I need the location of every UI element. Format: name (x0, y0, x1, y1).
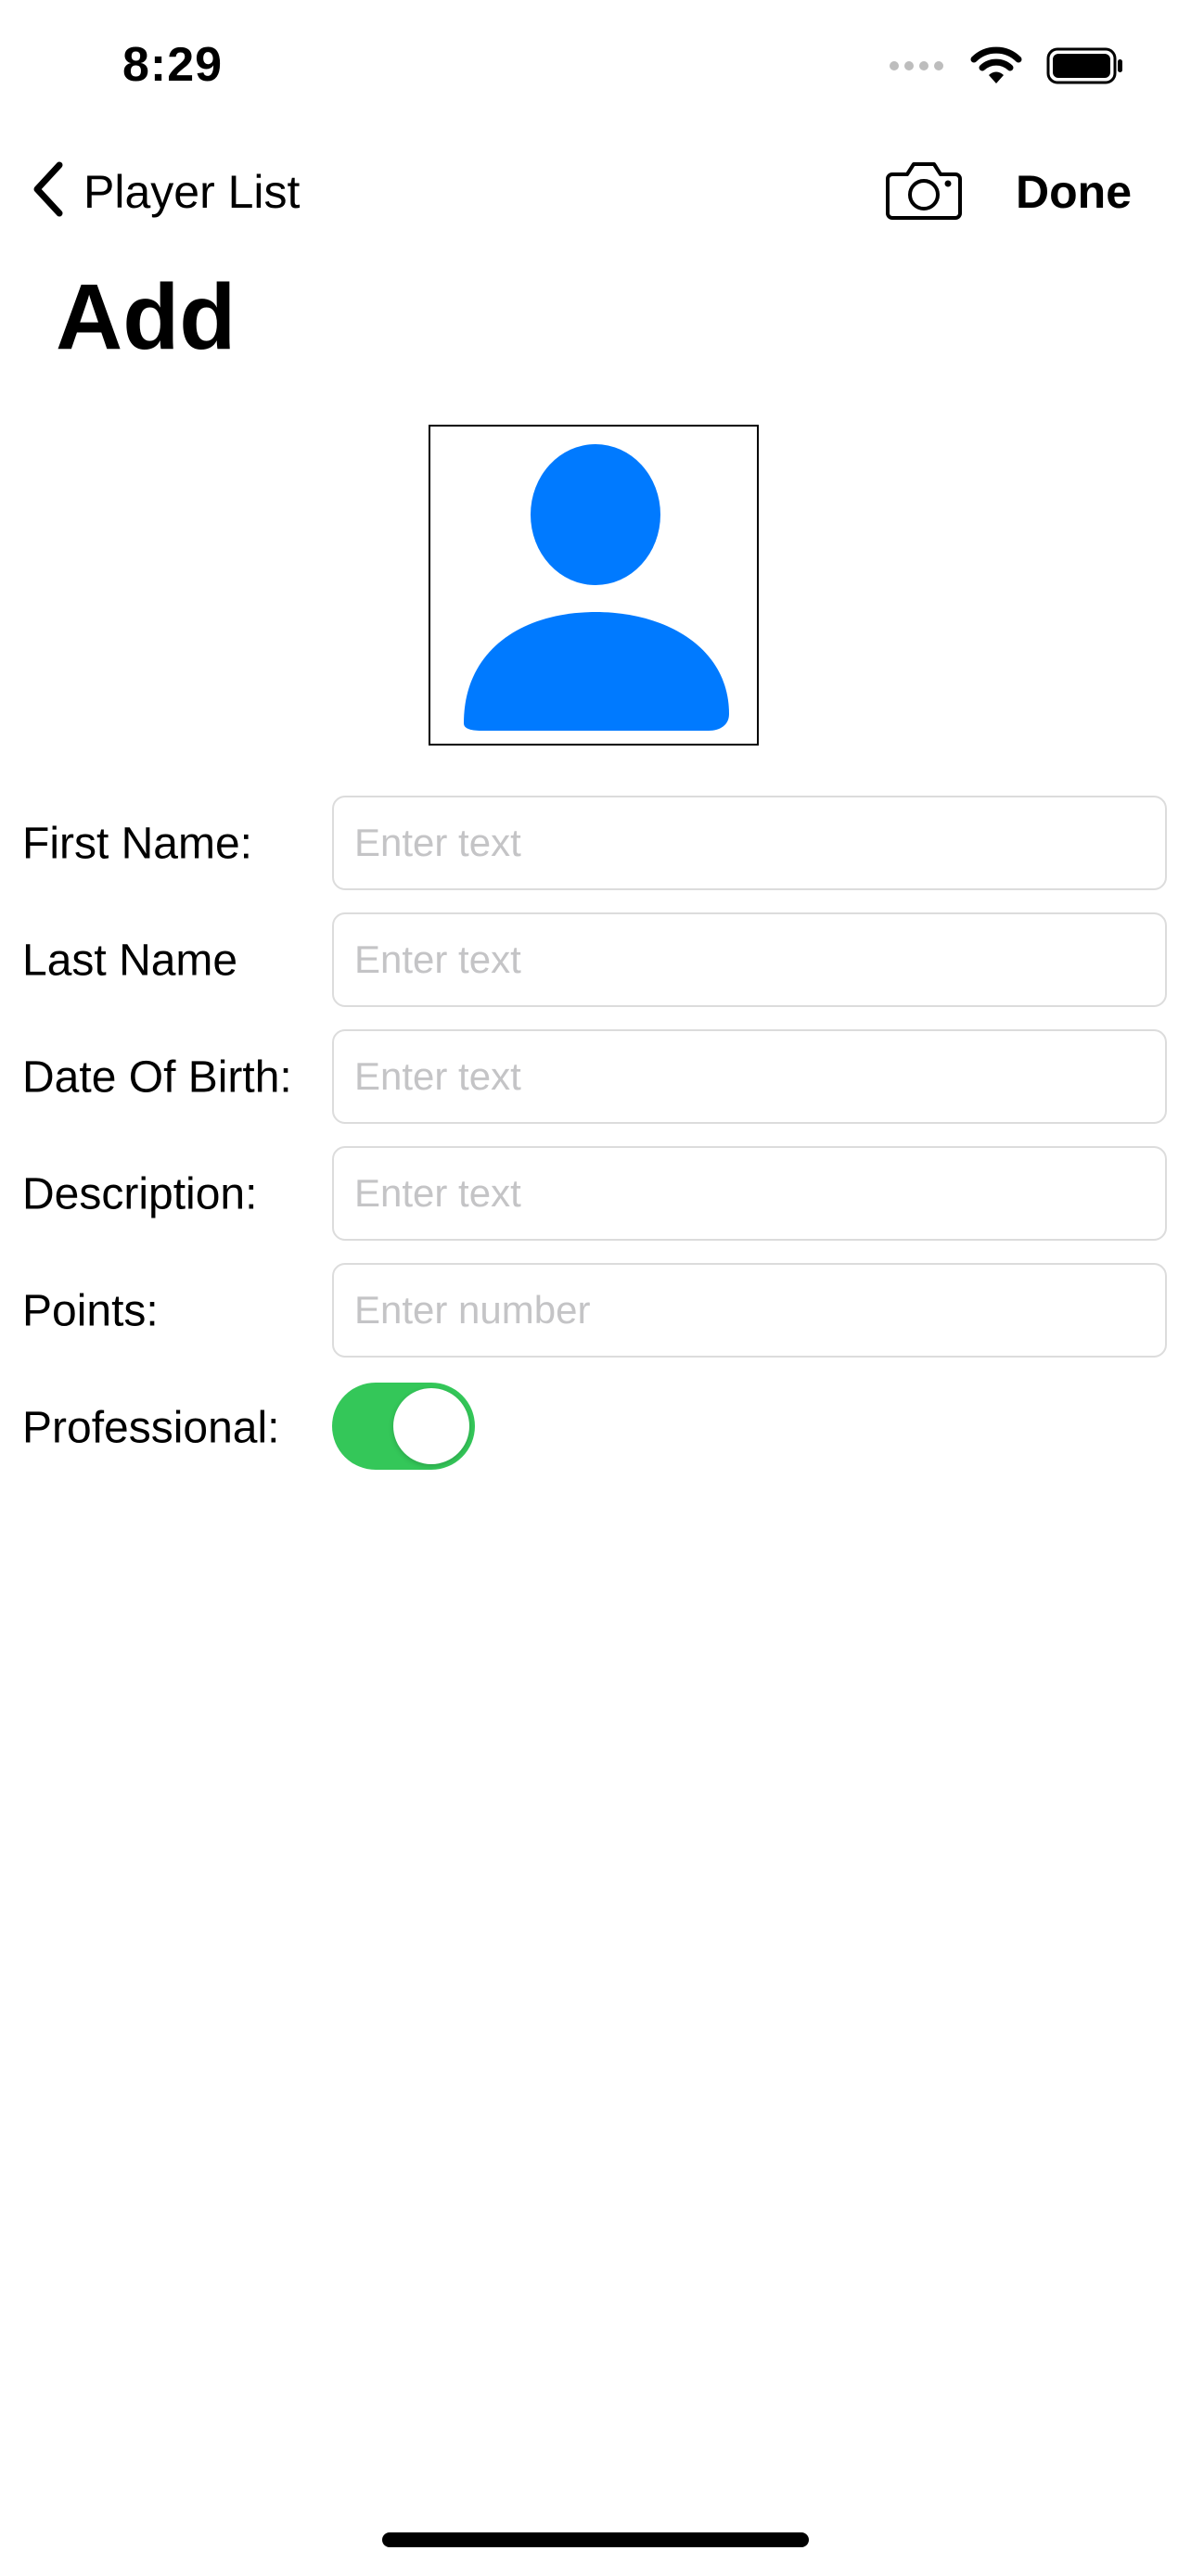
person-icon (430, 427, 757, 748)
player-photo[interactable] (429, 425, 759, 746)
description-label: Description: (22, 1169, 258, 1219)
status-bar: 8:29 (0, 0, 1191, 139)
points-label: Points: (22, 1286, 159, 1336)
chevron-left-icon (30, 159, 67, 223)
page-title: Add (56, 265, 237, 369)
professional-label: Professional: (22, 1403, 280, 1453)
first-name-row: First Name: (0, 796, 1191, 892)
points-field[interactable] (332, 1263, 1167, 1358)
wifi-icon (970, 46, 1022, 90)
professional-row: Professional: (0, 1380, 1191, 1476)
date-of-birth-row: Date Of Birth: (0, 1029, 1191, 1126)
points-row: Points: (0, 1263, 1191, 1359)
description-field[interactable] (332, 1146, 1167, 1241)
date-of-birth-field[interactable] (332, 1029, 1167, 1124)
description-row: Description: (0, 1146, 1191, 1243)
professional-toggle[interactable] (332, 1383, 475, 1470)
back-button-label: Player List (83, 165, 301, 218)
home-indicator (382, 2532, 809, 2547)
navigation-bar: Player List Done (0, 148, 1191, 241)
last-name-label: Last Name (22, 936, 238, 986)
done-button[interactable]: Done (1016, 165, 1132, 219)
status-time: 8:29 (122, 38, 224, 92)
date-of-birth-label: Date Of Birth: (22, 1052, 292, 1103)
last-name-field[interactable] (332, 912, 1167, 1007)
last-name-row: Last Name (0, 912, 1191, 1009)
battery-icon (1046, 47, 1124, 89)
first-name-label: First Name: (22, 819, 253, 869)
cellular-signal-icon (889, 58, 946, 78)
toggle-knob (393, 1388, 469, 1464)
camera-icon (885, 162, 963, 226)
camera-button[interactable] (885, 158, 963, 227)
back-button[interactable]: Player List (30, 159, 300, 223)
first-name-field[interactable] (332, 796, 1167, 890)
status-icons (889, 46, 1124, 90)
